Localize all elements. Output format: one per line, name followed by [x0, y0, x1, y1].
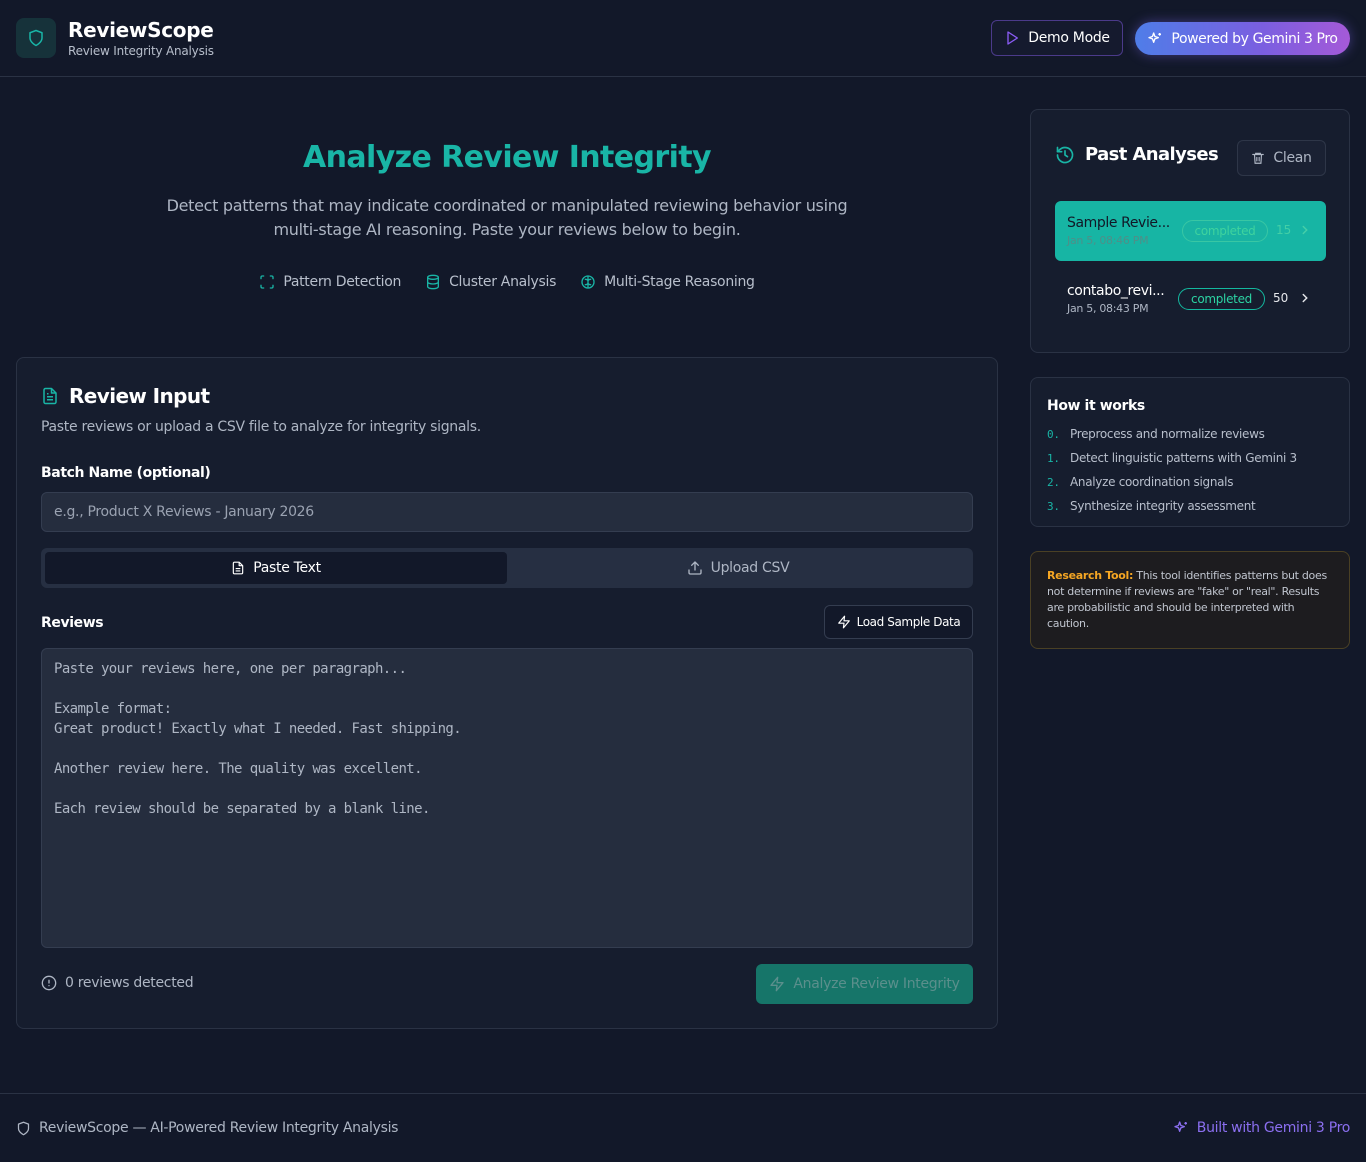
list-item: 3. Synthesize integrity assessment	[1047, 494, 1297, 518]
footer-left-text: ReviewScope — AI-Powered Review Integrit…	[39, 1120, 399, 1136]
past-analyses-heading: Past Analyses	[1055, 144, 1219, 165]
app-header: ReviewScope Review Integrity Analysis De…	[0, 0, 1366, 77]
review-input-title: Review Input	[69, 384, 210, 408]
load-sample-data-button[interactable]: Load Sample Data	[824, 605, 973, 639]
shield-icon	[27, 29, 45, 47]
status-badge: completed	[1178, 288, 1265, 310]
input-mode-tabs: Paste Text Upload CSV	[41, 548, 973, 588]
clean-button[interactable]: Clean	[1237, 140, 1326, 176]
analysis-name: contabo_revi...	[1067, 283, 1165, 299]
reviews-textarea[interactable]	[41, 648, 973, 948]
status-badge: completed	[1182, 220, 1268, 242]
app-footer: ReviewScope — AI-Powered Review Integrit…	[0, 1093, 1366, 1162]
step-text: Analyze coordination signals	[1070, 475, 1234, 489]
brain-icon	[580, 274, 596, 290]
step-number: 0.	[1047, 427, 1060, 441]
trash-icon	[1251, 150, 1265, 166]
hero-description: Detect patterns that may indicate coordi…	[166, 196, 848, 239]
feature-cluster-analysis: Cluster Analysis	[425, 274, 556, 290]
feature-label: Multi-Stage Reasoning	[604, 274, 755, 290]
tab-upload-csv[interactable]: Upload CSV	[507, 552, 969, 584]
analysis-date: Jan 5, 08:46 PM	[1067, 234, 1149, 247]
file-text-icon	[41, 386, 59, 406]
tab-label: Upload CSV	[710, 560, 790, 576]
analysis-date: Jan 5, 08:43 PM	[1067, 302, 1149, 315]
review-input-card: Review Input Paste reviews or upload a C…	[16, 357, 998, 1029]
research-tool-note: Research Tool: This tool identifies patt…	[1030, 551, 1350, 649]
app-title: ReviewScope	[68, 18, 214, 42]
list-item: 1. Detect linguistic patterns with Gemini…	[1047, 446, 1297, 470]
reviews-label: Reviews	[41, 615, 104, 631]
batch-name-label: Batch Name (optional)	[41, 465, 211, 481]
analyze-label: Analyze Review Integrity	[793, 976, 960, 992]
analysis-item[interactable]: contabo_revi... Jan 5, 08:43 PM complete…	[1055, 269, 1326, 329]
analysis-count: 50	[1273, 291, 1289, 305]
play-icon	[1004, 30, 1020, 46]
review-count: 0 reviews detected	[41, 975, 194, 991]
analysis-name: Sample Revie...	[1067, 215, 1170, 231]
batch-name-input[interactable]	[41, 492, 973, 532]
research-tool-label: Research Tool:	[1047, 569, 1134, 582]
sparkles-icon	[1173, 1120, 1189, 1136]
demo-mode-label: Demo Mode	[1028, 30, 1110, 46]
logo	[16, 18, 56, 58]
powered-by-gemini-button[interactable]: Powered by Gemini 3 Pro	[1135, 22, 1350, 55]
footer-built-with: Built with Gemini 3 Pro	[1173, 1120, 1350, 1136]
feature-label: Pattern Detection	[283, 274, 402, 290]
file-text-icon	[231, 560, 245, 576]
load-sample-label: Load Sample Data	[856, 615, 961, 629]
step-text: Detect linguistic patterns with Gemini 3	[1070, 451, 1297, 465]
review-input-description: Paste reviews or upload a CSV file to an…	[41, 419, 481, 435]
analysis-item[interactable]: Sample Revie... Jan 5, 08:46 PM complete…	[1055, 201, 1326, 261]
clean-label: Clean	[1273, 150, 1312, 166]
list-item: 2. Analyze coordination signals	[1047, 470, 1297, 494]
sparkles-icon	[1147, 31, 1163, 47]
review-count-text: 0 reviews detected	[65, 975, 194, 991]
past-analyses-card: Past Analyses Clean Sample Revie... Jan …	[1030, 109, 1350, 353]
step-number: 3.	[1047, 499, 1060, 513]
step-number: 2.	[1047, 475, 1060, 489]
zap-icon	[769, 976, 785, 992]
how-it-works-title: How it works	[1047, 398, 1145, 414]
demo-mode-button[interactable]: Demo Mode	[991, 20, 1123, 56]
zap-icon	[837, 615, 851, 629]
shield-icon	[16, 1121, 31, 1136]
chevron-right-icon	[1298, 223, 1312, 237]
feature-list: Pattern Detection Cluster Analysis Multi…	[16, 274, 998, 290]
step-number: 1.	[1047, 451, 1060, 465]
feature-pattern-detection: Pattern Detection	[259, 274, 401, 290]
analyze-button[interactable]: Analyze Review Integrity	[756, 964, 973, 1004]
info-icon	[41, 975, 57, 991]
scan-icon	[259, 274, 275, 290]
list-item: 0. Preprocess and normalize reviews	[1047, 422, 1297, 446]
upload-icon	[687, 560, 703, 576]
how-it-works-steps: 0. Preprocess and normalize reviews 1. Det…	[1047, 422, 1297, 518]
step-text: Synthesize integrity assessment	[1070, 499, 1256, 513]
tab-label: Paste Text	[253, 560, 321, 576]
tab-paste-text[interactable]: Paste Text	[45, 552, 507, 584]
feature-label: Cluster Analysis	[449, 274, 557, 290]
analysis-count: 15	[1276, 223, 1292, 237]
history-icon	[1055, 145, 1075, 165]
review-input-heading: Review Input	[41, 384, 210, 408]
footer-brand: ReviewScope — AI-Powered Review Integrit…	[16, 1120, 398, 1136]
past-analyses-title: Past Analyses	[1085, 144, 1219, 165]
chevron-right-icon	[1298, 291, 1312, 305]
powered-by-gemini-label: Powered by Gemini 3 Pro	[1171, 30, 1338, 47]
step-text: Preprocess and normalize reviews	[1070, 427, 1265, 441]
footer-right-text: Built with Gemini 3 Pro	[1196, 1120, 1351, 1136]
hero-title: Analyze Review Integrity	[303, 140, 712, 175]
app-subtitle: Review Integrity Analysis	[68, 44, 214, 58]
how-it-works-card: How it works 0. Preprocess and normalize …	[1030, 377, 1350, 527]
database-icon	[425, 274, 441, 290]
feature-multi-stage-reasoning: Multi-Stage Reasoning	[580, 274, 755, 290]
